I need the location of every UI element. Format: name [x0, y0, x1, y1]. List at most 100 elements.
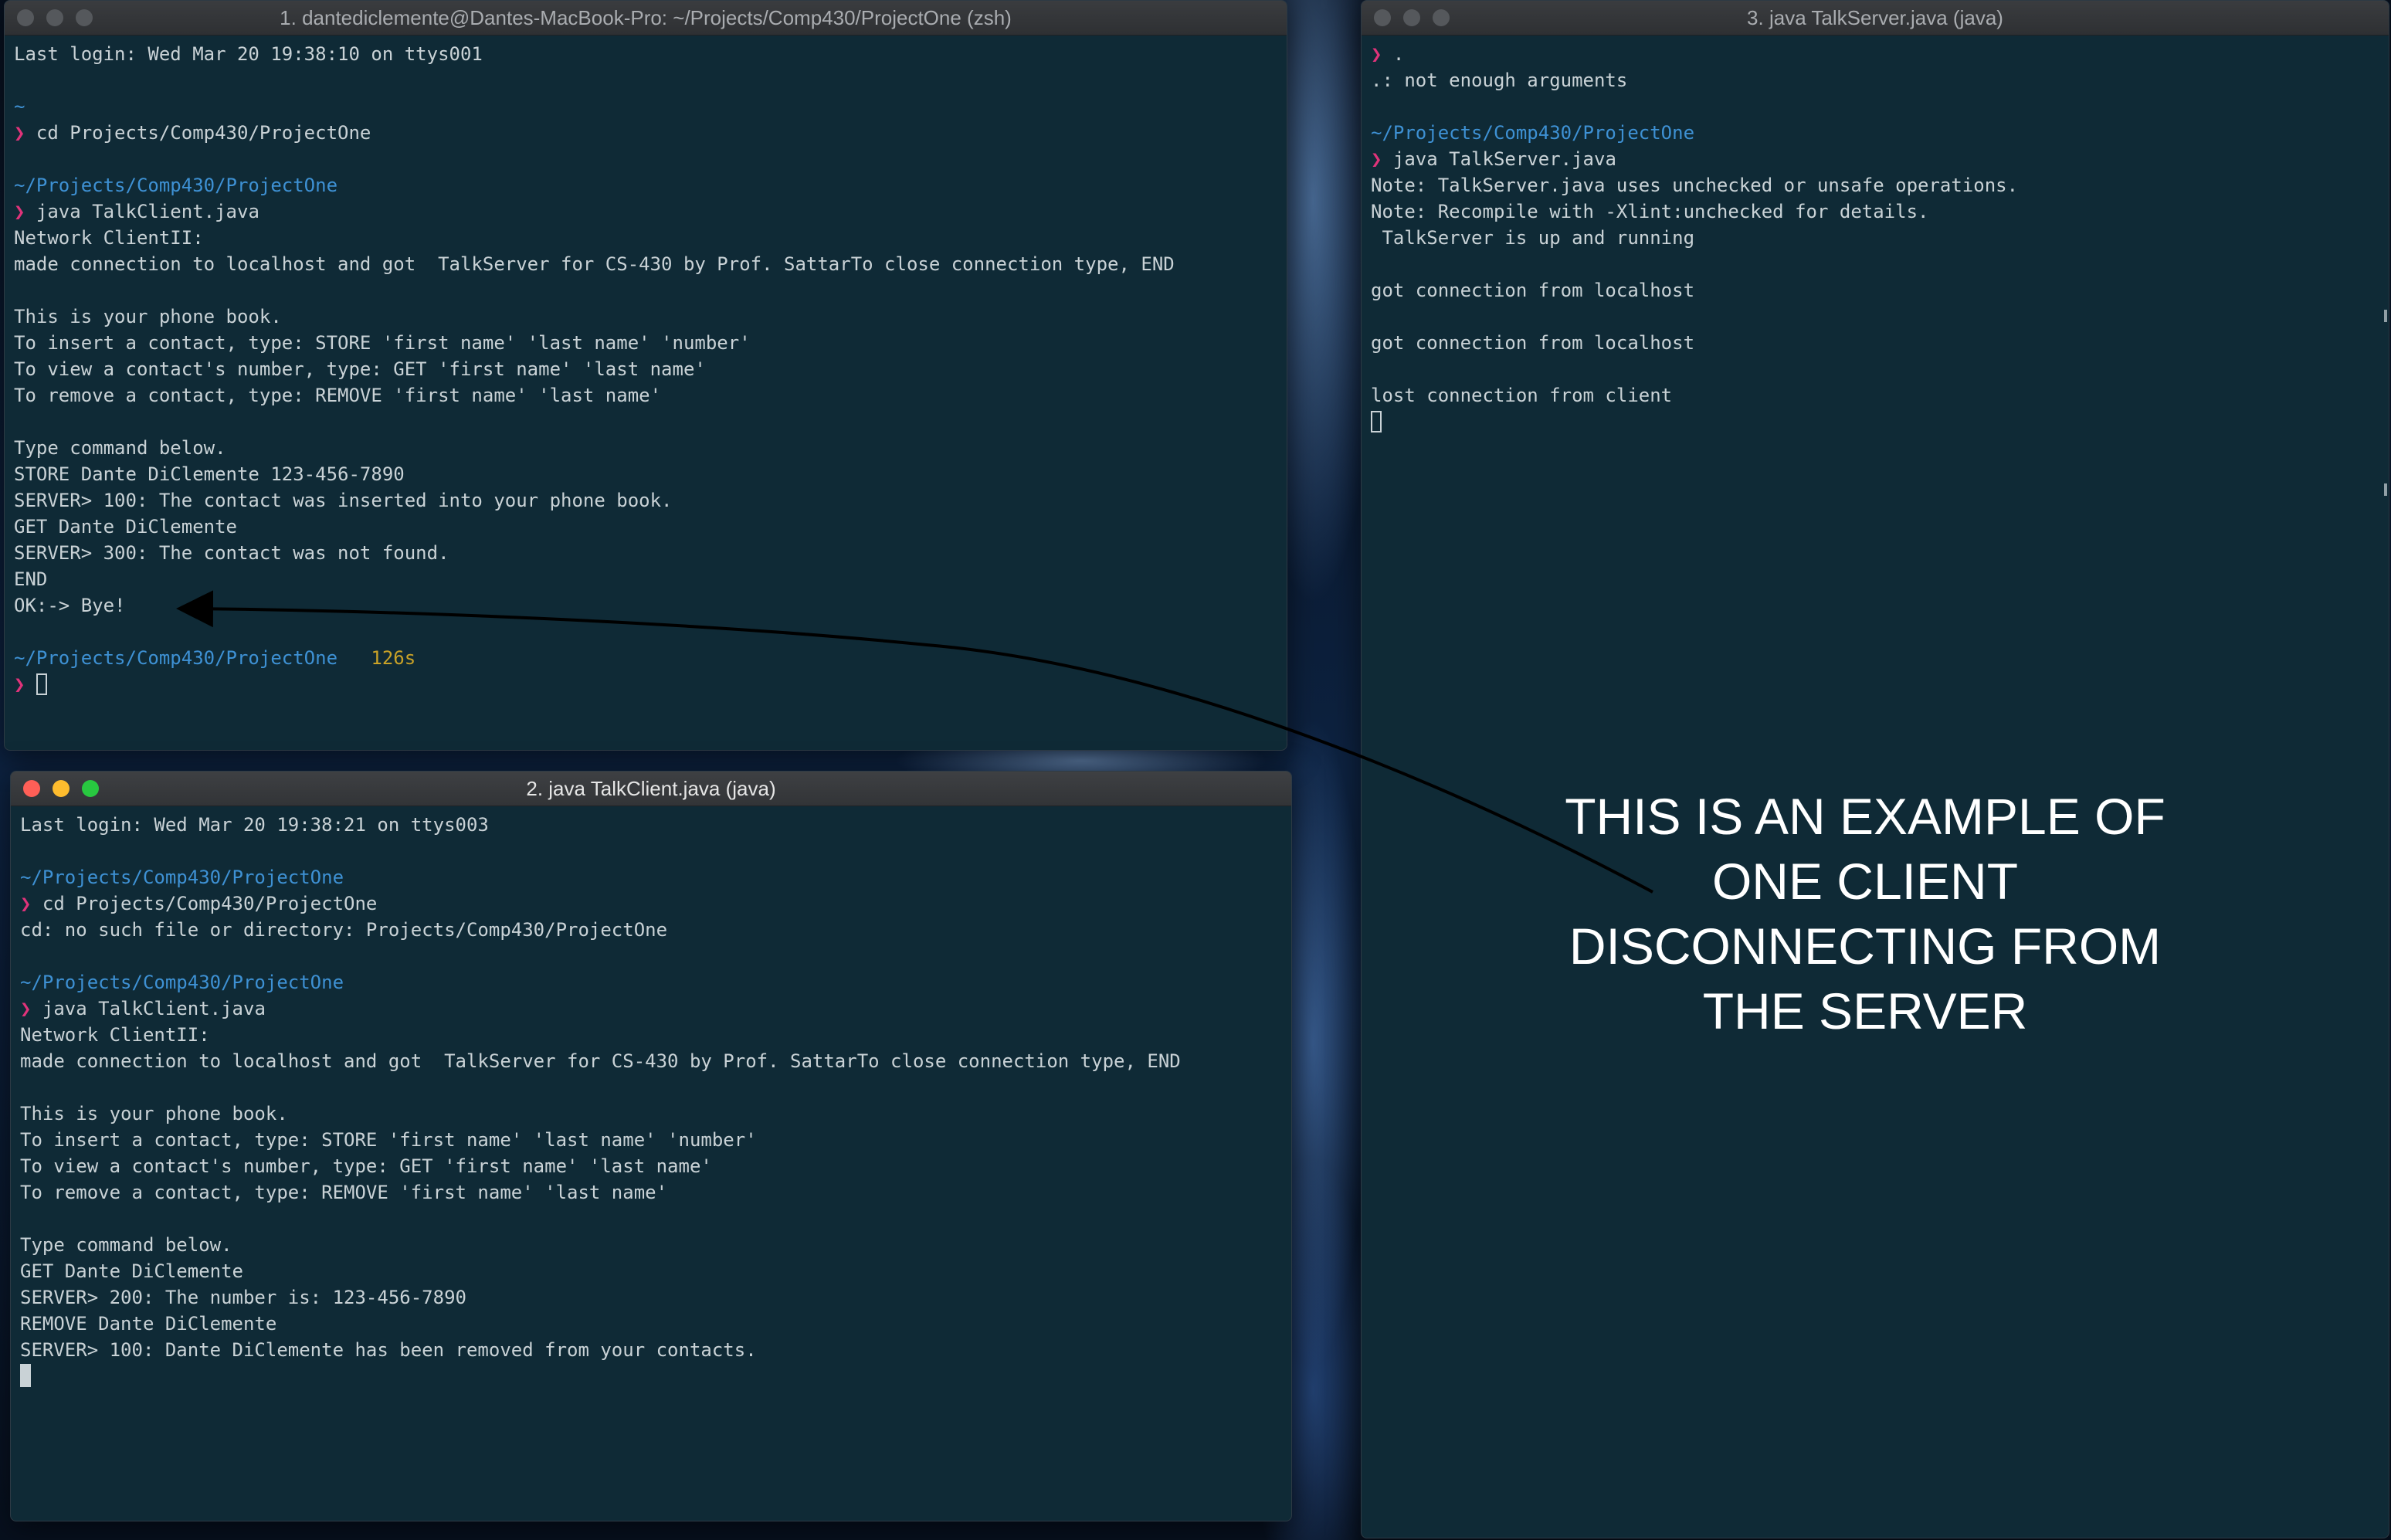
terminal-line: Note: Recompile with -Xlint:unchecked fo…	[1371, 198, 2379, 225]
terminal-line: GET Dante DiClemente	[20, 1258, 1282, 1284]
terminal-line: ~	[14, 93, 1277, 120]
terminal-line: ~/Projects/Comp430/ProjectOne	[20, 969, 1282, 996]
terminal-text: REMOVE Dante DiClemente	[20, 1313, 277, 1335]
terminal-line: To insert a contact, type: STORE 'first …	[14, 330, 1277, 356]
terminal-line: Last login: Wed Mar 20 19:38:21 on ttys0…	[20, 812, 1282, 838]
terminal-line: ❯ .	[1371, 41, 2379, 67]
terminal-line: REMOVE Dante DiClemente	[20, 1311, 1282, 1337]
terminal-text: got connection from localhost	[1371, 332, 1695, 354]
command-duration: 126s	[371, 647, 416, 669]
terminal-text: Last login: Wed Mar 20 19:38:21 on ttys0…	[20, 814, 489, 836]
cwd-path: ~	[14, 96, 25, 117]
terminal-line	[20, 1363, 1282, 1389]
terminal-line: Network ClientII:	[20, 1022, 1282, 1048]
terminal-line: ~/Projects/Comp430/ProjectOne	[1371, 120, 2379, 146]
zoom-icon[interactable]	[82, 780, 99, 797]
terminal-line: Type command below.	[14, 435, 1277, 461]
text-cursor[interactable]	[20, 1364, 31, 1387]
terminal-text: Note: TalkServer.java uses unchecked or …	[1371, 175, 2019, 196]
terminal-text: cd Projects/Comp430/ProjectOne	[31, 893, 378, 914]
prompt-chevron-icon: ❯	[20, 998, 32, 1019]
terminal-line: ❯	[14, 671, 1277, 697]
terminal-output[interactable]: Last login: Wed Mar 20 19:38:10 on ttys0…	[14, 41, 1277, 744]
terminal-text: java TalkClient.java	[25, 201, 259, 222]
cwd-path: ~/Projects/Comp430/ProjectOne	[1371, 122, 1695, 144]
window-controls	[1374, 9, 1450, 26]
terminal-text: GET Dante DiClemente	[20, 1260, 243, 1282]
cwd-path: ~/Projects/Comp430/ProjectOne	[20, 972, 344, 993]
terminal-output[interactable]: Last login: Wed Mar 20 19:38:21 on ttys0…	[20, 812, 1282, 1515]
terminal-line: This is your phone book.	[20, 1101, 1282, 1127]
terminal-text: END	[14, 568, 48, 590]
prompt-chevron-icon: ❯	[1371, 43, 1382, 65]
text-cursor[interactable]	[1371, 411, 1382, 432]
terminal-line: SERVER> 200: The number is: 123-456-7890	[20, 1284, 1282, 1311]
scroll-marker	[2384, 310, 2387, 322]
zoom-icon[interactable]	[1433, 9, 1450, 26]
terminal-text: To remove a contact, type: REMOVE 'first…	[14, 385, 662, 406]
terminal-text: Network ClientII:	[20, 1024, 210, 1046]
terminal-text: cd Projects/Comp430/ProjectOne	[25, 122, 371, 144]
minimize-icon[interactable]	[1403, 9, 1420, 26]
terminal-window-client-1[interactable]: 1. dantediclemente@Dantes-MacBook-Pro: ~…	[4, 0, 1287, 751]
terminal-line: lost connection from client	[1371, 382, 2379, 409]
terminal-line: ~/Projects/Comp430/ProjectOne 126s	[14, 645, 1277, 671]
scroll-marker	[2384, 483, 2387, 496]
terminal-window-server[interactable]: 3. java TalkServer.java (java) ❯ . .: not…	[1361, 0, 2389, 1538]
terminal-line: SERVER> 300: The contact was not found.	[14, 540, 1277, 566]
terminal-line: ❯ cd Projects/Comp430/ProjectOne	[20, 890, 1282, 917]
minimize-icon[interactable]	[53, 780, 70, 797]
close-icon[interactable]	[23, 780, 40, 797]
terminal-text: cd: no such file or directory: Projects/…	[20, 919, 668, 941]
window-title: 1. dantediclemente@Dantes-MacBook-Pro: ~…	[280, 6, 1012, 29]
terminal-text: got connection from localhost	[1371, 280, 1695, 301]
close-icon[interactable]	[1374, 9, 1391, 26]
terminal-text: To view a contact's number, type: GET 'f…	[20, 1155, 712, 1177]
window-title: 3. java TalkServer.java (java)	[1747, 6, 2003, 29]
terminal-line: SERVER> 100: The contact was inserted in…	[14, 487, 1277, 514]
window-controls	[17, 9, 93, 26]
terminal-line: END	[14, 566, 1277, 592]
window-title: 2. java TalkClient.java (java)	[526, 777, 776, 800]
prompt-chevron-icon: ❯	[14, 122, 25, 144]
terminal-text: SERVER> 200: The number is: 123-456-7890	[20, 1287, 466, 1308]
terminal-text: TalkServer is up and running	[1371, 227, 1695, 249]
annotation-line: DISCONNECTING FROM	[1569, 918, 2162, 975]
terminal-line: Last login: Wed Mar 20 19:38:10 on ttys0…	[14, 41, 1277, 67]
terminal-line: GET Dante DiClemente	[14, 514, 1277, 540]
title-bar[interactable]: 3. java TalkServer.java (java)	[1362, 1, 2389, 36]
title-bar[interactable]: 2. java TalkClient.java (java)	[11, 772, 1291, 806]
terminal-text: STORE Dante DiClemente 123-456-7890	[14, 463, 405, 485]
terminal-line: .: not enough arguments	[1371, 67, 2379, 93]
terminal-window-client-2[interactable]: 2. java TalkClient.java (java) Last logi…	[10, 771, 1292, 1521]
terminal-line: This is your phone book.	[14, 304, 1277, 330]
terminal-line: To insert a contact, type: STORE 'first …	[20, 1127, 1282, 1153]
terminal-line: ❯ java TalkClient.java	[14, 198, 1277, 225]
minimize-icon[interactable]	[46, 9, 63, 26]
terminal-text: .: not enough arguments	[1371, 70, 1628, 91]
terminal-text: SERVER> 100: Dante DiClemente has been r…	[20, 1339, 757, 1361]
terminal-line: got connection from localhost	[1371, 277, 2379, 304]
terminal-text: Type command below.	[14, 437, 226, 459]
terminal-line: cd: no such file or directory: Projects/…	[20, 917, 1282, 943]
annotation-line: THIS IS AN EXAMPLE OF	[1565, 788, 2165, 845]
terminal-line: To view a contact's number, type: GET 'f…	[20, 1153, 1282, 1179]
text-cursor[interactable]	[36, 673, 47, 695]
title-bar[interactable]: 1. dantediclemente@Dantes-MacBook-Pro: ~…	[5, 1, 1287, 36]
zoom-icon[interactable]	[76, 9, 93, 26]
terminal-text: To insert a contact, type: STORE 'first …	[14, 332, 751, 354]
terminal-line: TalkServer is up and running	[1371, 225, 2379, 251]
prompt-chevron-icon: ❯	[20, 893, 32, 914]
cwd-path: ~/Projects/Comp430/ProjectOne	[14, 647, 338, 669]
window-controls	[23, 780, 99, 797]
terminal-text: This is your phone book.	[20, 1103, 288, 1124]
close-icon[interactable]	[17, 9, 34, 26]
